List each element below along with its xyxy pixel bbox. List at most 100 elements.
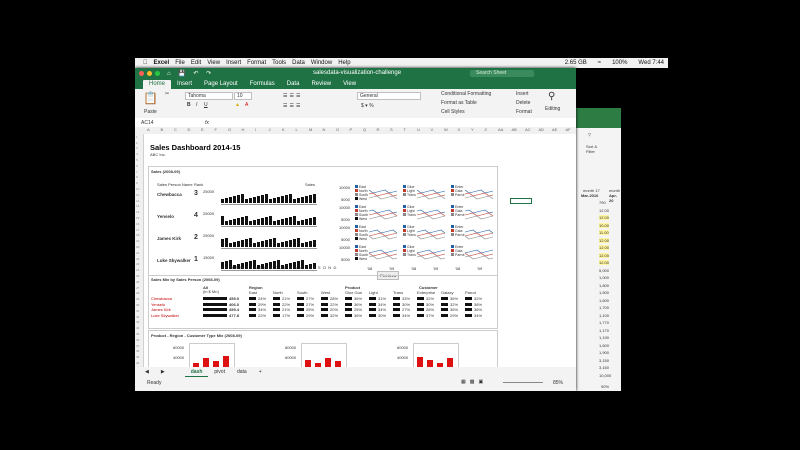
align-left-icon[interactable]: ☰☰☰ — [283, 103, 302, 109]
apple-icon[interactable]:  — [143, 60, 148, 66]
row-header[interactable]: 2 — [136, 141, 138, 145]
row-header[interactable]: 40 — [136, 361, 139, 365]
row-header[interactable]: 22 — [136, 257, 139, 261]
editing-button[interactable]: Editing — [545, 106, 560, 112]
format-as-table-button[interactable]: Format as Table — [441, 100, 477, 106]
menu-view[interactable]: View — [207, 60, 220, 66]
back-cell[interactable]: 3,150 — [599, 358, 609, 363]
column-header[interactable]: T — [404, 127, 406, 132]
name-box[interactable]: AC14 — [141, 120, 154, 126]
menu-file[interactable]: File — [175, 60, 185, 66]
zoom-button[interactable] — [155, 71, 160, 76]
column-header[interactable]: AC — [525, 127, 531, 132]
back-cell[interactable]: 12.00 — [599, 215, 610, 220]
search-input[interactable]: Search Sheet — [470, 70, 534, 77]
tab-formulas[interactable]: Formulas — [244, 80, 281, 89]
column-header[interactable]: L — [296, 127, 298, 132]
row-header[interactable]: 1 — [136, 135, 138, 139]
font-name-select[interactable]: Tahoma — [185, 92, 233, 100]
row-header[interactable]: 24 — [136, 268, 139, 272]
paste-icon[interactable]: 📋 — [143, 91, 158, 105]
delete-cells-button[interactable]: Delete — [516, 100, 530, 106]
tab-review[interactable]: Review — [305, 80, 337, 89]
back-cell[interactable]: 1,170 — [599, 328, 609, 333]
tab-insert[interactable]: Insert — [171, 80, 198, 89]
percent-icon[interactable]: $ ▾ % — [361, 103, 374, 109]
row-header[interactable]: 11 — [136, 193, 139, 197]
menu-help[interactable]: Help — [338, 60, 350, 66]
sheet-tab-data[interactable]: data — [231, 368, 253, 376]
row-header[interactable]: 12 — [136, 199, 139, 203]
row-header[interactable]: 4 — [136, 152, 138, 156]
back-cell[interactable]: 12.00 — [599, 208, 609, 213]
underline-button[interactable]: U — [204, 102, 208, 108]
zoom-slider[interactable] — [503, 382, 543, 383]
menu-window[interactable]: Window — [311, 60, 332, 66]
column-header[interactable]: H — [242, 127, 245, 132]
column-header[interactable]: G — [228, 127, 231, 132]
back-cell[interactable]: 1,900 — [599, 350, 609, 355]
back-cell[interactable]: 5,000 — [599, 268, 609, 273]
close-button[interactable] — [139, 71, 144, 76]
row-header[interactable]: 10 — [136, 187, 139, 191]
tab-page-layout[interactable]: Page Layout — [198, 80, 244, 89]
back-cell[interactable]: 1,800 — [599, 283, 609, 288]
row-header[interactable]: 19 — [136, 239, 139, 243]
cut-icon[interactable]: ✂ — [165, 91, 169, 97]
column-header[interactable]: W — [444, 127, 448, 132]
row-header[interactable]: 25 — [136, 274, 139, 278]
font-color-button[interactable]: A — [245, 102, 248, 108]
back-cell[interactable]: 1,500 — [599, 290, 609, 295]
column-header[interactable]: AB — [512, 127, 517, 132]
row-header[interactable]: 14 — [136, 210, 139, 214]
formula-input[interactable] — [217, 120, 567, 125]
row-header[interactable]: 37 — [136, 344, 139, 348]
back-cell[interactable]: 12.00 — [599, 237, 610, 243]
quick-access-toolbar[interactable]: ⌂ 💾 ↶ ↷ — [167, 70, 214, 77]
back-cell[interactable]: 12.00 — [599, 245, 610, 250]
paste-button[interactable]: Paste — [144, 109, 157, 115]
menu-format[interactable]: Format — [247, 60, 266, 66]
column-header[interactable]: M — [309, 127, 312, 132]
view-buttons[interactable]: ▦▩▣ — [461, 379, 487, 385]
row-header[interactable]: 32 — [136, 315, 139, 319]
fx-icon[interactable]: fx — [205, 120, 209, 126]
row-header[interactable]: 15 — [136, 216, 139, 220]
row-header[interactable]: 18 — [136, 233, 139, 237]
minimize-button[interactable] — [147, 71, 152, 76]
column-header[interactable]: Z — [485, 127, 487, 132]
column-header[interactable]: J — [269, 127, 271, 132]
menu-edit[interactable]: Edit — [191, 60, 201, 66]
back-cell[interactable]: 1,700 — [599, 305, 609, 310]
column-header[interactable]: V — [431, 127, 434, 132]
row-header[interactable]: 27 — [136, 286, 139, 290]
align-top-icon[interactable]: ☰☰☰ — [283, 93, 302, 99]
menu-tools[interactable]: Tools — [272, 60, 286, 66]
row-header[interactable]: 9 — [136, 181, 138, 185]
selected-cell[interactable] — [510, 198, 532, 204]
back-cell[interactable]: 790 — [599, 200, 606, 205]
format-cells-button[interactable]: Format — [516, 109, 532, 115]
back-cell[interactable]: 1,100 — [599, 313, 609, 318]
italic-button[interactable]: I — [196, 102, 197, 108]
back-cell[interactable]: 1,600 — [599, 343, 609, 348]
row-header[interactable]: 21 — [136, 251, 139, 255]
conditional-formatting-button[interactable]: Conditional Formatting — [441, 91, 491, 97]
menu-app[interactable]: Excel — [154, 60, 170, 66]
back-cell[interactable]: 1,190 — [599, 335, 609, 340]
row-header[interactable]: 31 — [136, 309, 139, 313]
back-cell[interactable]: 12.00 — [599, 252, 610, 258]
prev-sheet-icon[interactable]: ◀ — [139, 368, 155, 376]
row-header[interactable]: 33 — [136, 320, 139, 324]
back-cell[interactable]: 11.00 — [599, 230, 609, 235]
row-header[interactable]: 39 — [136, 355, 139, 359]
sheet-tab-dash[interactable]: dash — [184, 368, 209, 377]
row-header[interactable]: 29 — [136, 297, 139, 301]
tab-home[interactable]: Home — [143, 80, 172, 89]
sort-filter-icon[interactable]: ▽ — [588, 132, 591, 137]
row-header[interactable]: 8 — [136, 175, 138, 179]
column-header[interactable]: AD — [539, 127, 545, 132]
column-header[interactable]: F — [215, 127, 217, 132]
column-header[interactable]: D — [188, 127, 191, 132]
back-cell[interactable]: 1,000 — [599, 275, 609, 280]
